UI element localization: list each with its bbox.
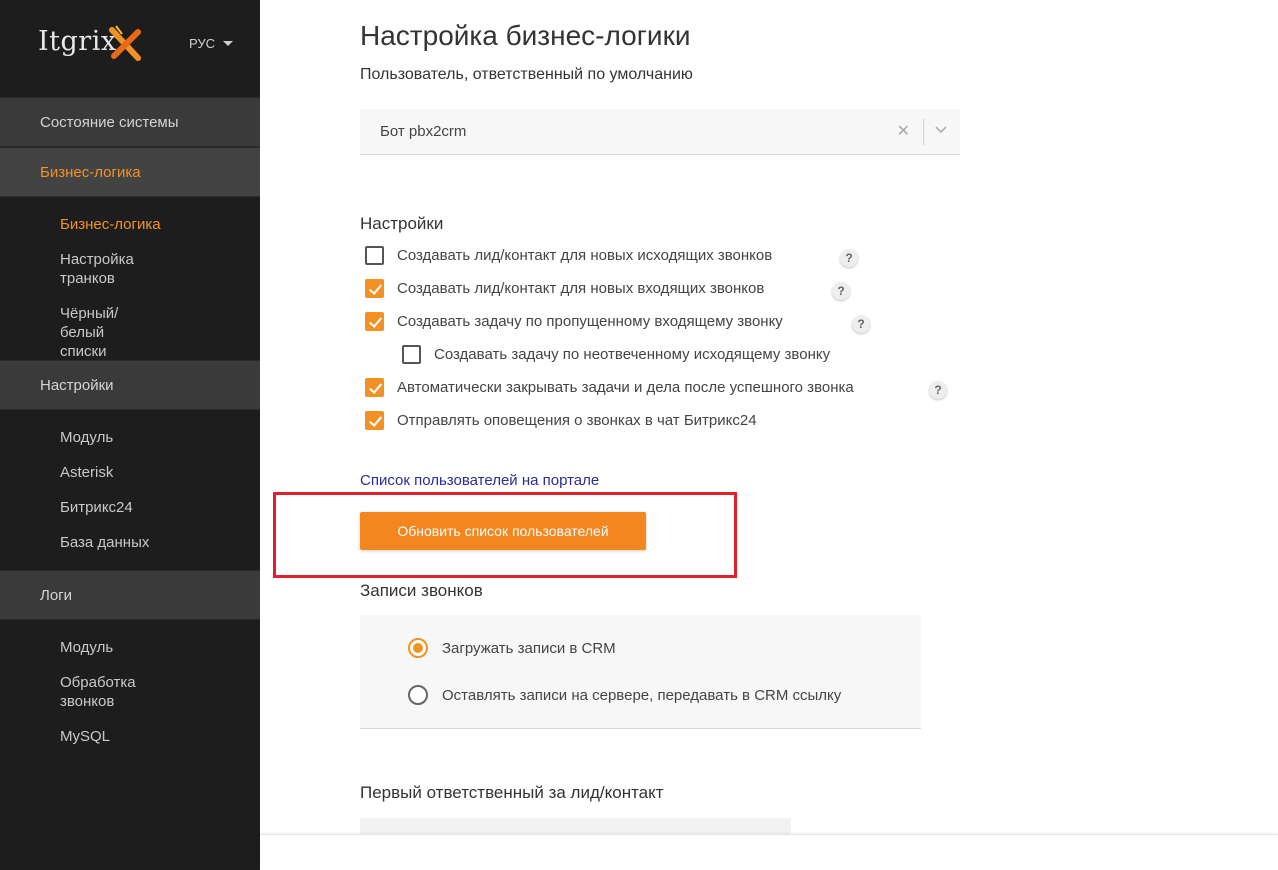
users-list-link[interactable]: Список пользователей на портале [360,472,599,489]
setting-chat-notifications[interactable]: Отправлять оповещения о звонках в чат Би… [365,411,757,430]
radio-button[interactable] [408,685,428,705]
sidebar-section-system-status[interactable]: Состояние системы [0,97,260,147]
checkbox[interactable] [365,279,384,298]
sidebar-section-logs[interactable]: Логи [0,570,260,620]
checkbox[interactable] [402,345,421,364]
sidebar-item-business-logic[interactable]: Бизнес-логика [0,215,161,234]
help-icon[interactable]: ? [832,282,850,300]
help-icon[interactable]: ? [852,315,870,333]
sidebar: Itgrix РУС Состояние системы Бизнес-логи… [0,0,260,870]
sidebar-item-module[interactable]: Модуль [0,428,113,447]
sidebar-item-logs-module[interactable]: Модуль [0,638,113,657]
first-responsible-heading: Первый ответственный за лид/контакт [360,783,664,802]
setting-label: Создавать лид/контакт для новых исходящи… [397,247,773,264]
help-icon[interactable]: ? [929,381,947,399]
recordings-options: Загружать записи в CRM Оставлять записи … [360,615,921,729]
checkbox[interactable] [365,378,384,397]
footer-bar [260,834,1278,870]
setting-label: Отправлять оповещения о звонках в чат Би… [397,412,757,429]
chevron-down-icon [223,41,234,46]
chevron-down-icon[interactable] [934,122,948,136]
radio-button[interactable] [408,638,428,658]
help-icon[interactable]: ? [840,249,858,267]
checkbox[interactable] [365,312,384,331]
sidebar-item-call-processing[interactable]: Обработка звонков [0,673,136,711]
setting-unanswered-outgoing-task[interactable]: Создавать задачу по неотвеченному исходя… [402,345,830,364]
sidebar-item-trunks[interactable]: Настройка транков [0,250,134,288]
setting-missed-call-task[interactable]: Создавать задачу по пропущенному входяще… [365,312,783,331]
setting-label: Создавать задачу по неотвеченному исходя… [434,346,831,363]
logo-text: Itgrix [38,26,117,57]
clear-icon[interactable]: ✕ [897,121,910,141]
radio-label: Загружать записи в CRM [442,639,616,657]
sidebar-submenu-business-logic: Бизнес-логика Настройка транков Чёрный/б… [0,197,260,360]
language-selector[interactable]: РУС [189,36,234,51]
recordings-heading: Записи звонков [360,581,483,600]
sidebar-item-asterisk[interactable]: Asterisk [0,463,113,482]
main-content: Настройка бизнес-логики Пользователь, от… [260,0,1278,870]
sidebar-submenu-logs: Модуль Обработка звонков MySQL [0,620,260,760]
sidebar-header: Itgrix РУС [0,0,260,97]
select-separator [923,119,924,145]
settings-heading: Настройки [360,214,444,233]
recording-option-upload[interactable]: Загружать записи в CRM [408,638,616,658]
sidebar-section-label: Настройки [40,376,114,394]
sidebar-section-business-logic[interactable]: Бизнес-логика [0,147,260,197]
default-user-select[interactable]: Бот pbx2crm ✕ [360,109,960,155]
checkbox[interactable] [365,246,384,265]
sidebar-item-database[interactable]: База данных [0,533,149,552]
page-title: Настройка бизнес-логики [360,20,691,51]
logo[interactable]: Itgrix [38,25,141,61]
default-user-value: Бот pbx2crm [380,123,467,140]
sidebar-section-label: Логи [40,586,73,604]
sidebar-submenu-settings: Модуль Asterisk Битрикс24 База данных [0,410,260,570]
language-label: РУС [189,36,216,51]
setting-label: Создавать задачу по пропущенному входяще… [397,313,783,330]
sidebar-item-mysql[interactable]: MySQL [0,727,110,746]
refresh-users-button[interactable]: Обновить список пользователей [360,512,646,550]
setting-incoming-lead[interactable]: Создавать лид/контакт для новых входящих… [365,279,764,298]
logo-x-icon [109,25,141,61]
sidebar-item-bitrix24[interactable]: Битрикс24 [0,498,133,517]
sidebar-section-settings[interactable]: Настройки [0,360,260,410]
default-user-label: Пользователь, ответственный по умолчанию [360,66,693,83]
sidebar-section-label: Состояние системы [40,113,179,131]
setting-auto-close-tasks[interactable]: Автоматически закрывать задачи и дела по… [365,378,854,397]
setting-label: Автоматически закрывать задачи и дела по… [397,379,854,396]
checkbox[interactable] [365,411,384,430]
recording-option-link[interactable]: Оставлять записи на сервере, передавать … [408,685,841,705]
radio-label: Оставлять записи на сервере, передавать … [442,686,842,704]
sidebar-item-black-white-lists[interactable]: Чёрный/белый списки [0,304,130,361]
setting-label: Создавать лид/контакт для новых входящих… [397,280,765,297]
sidebar-section-label: Бизнес-логика [40,163,141,181]
setting-outgoing-lead[interactable]: Создавать лид/контакт для новых исходящи… [365,246,772,265]
